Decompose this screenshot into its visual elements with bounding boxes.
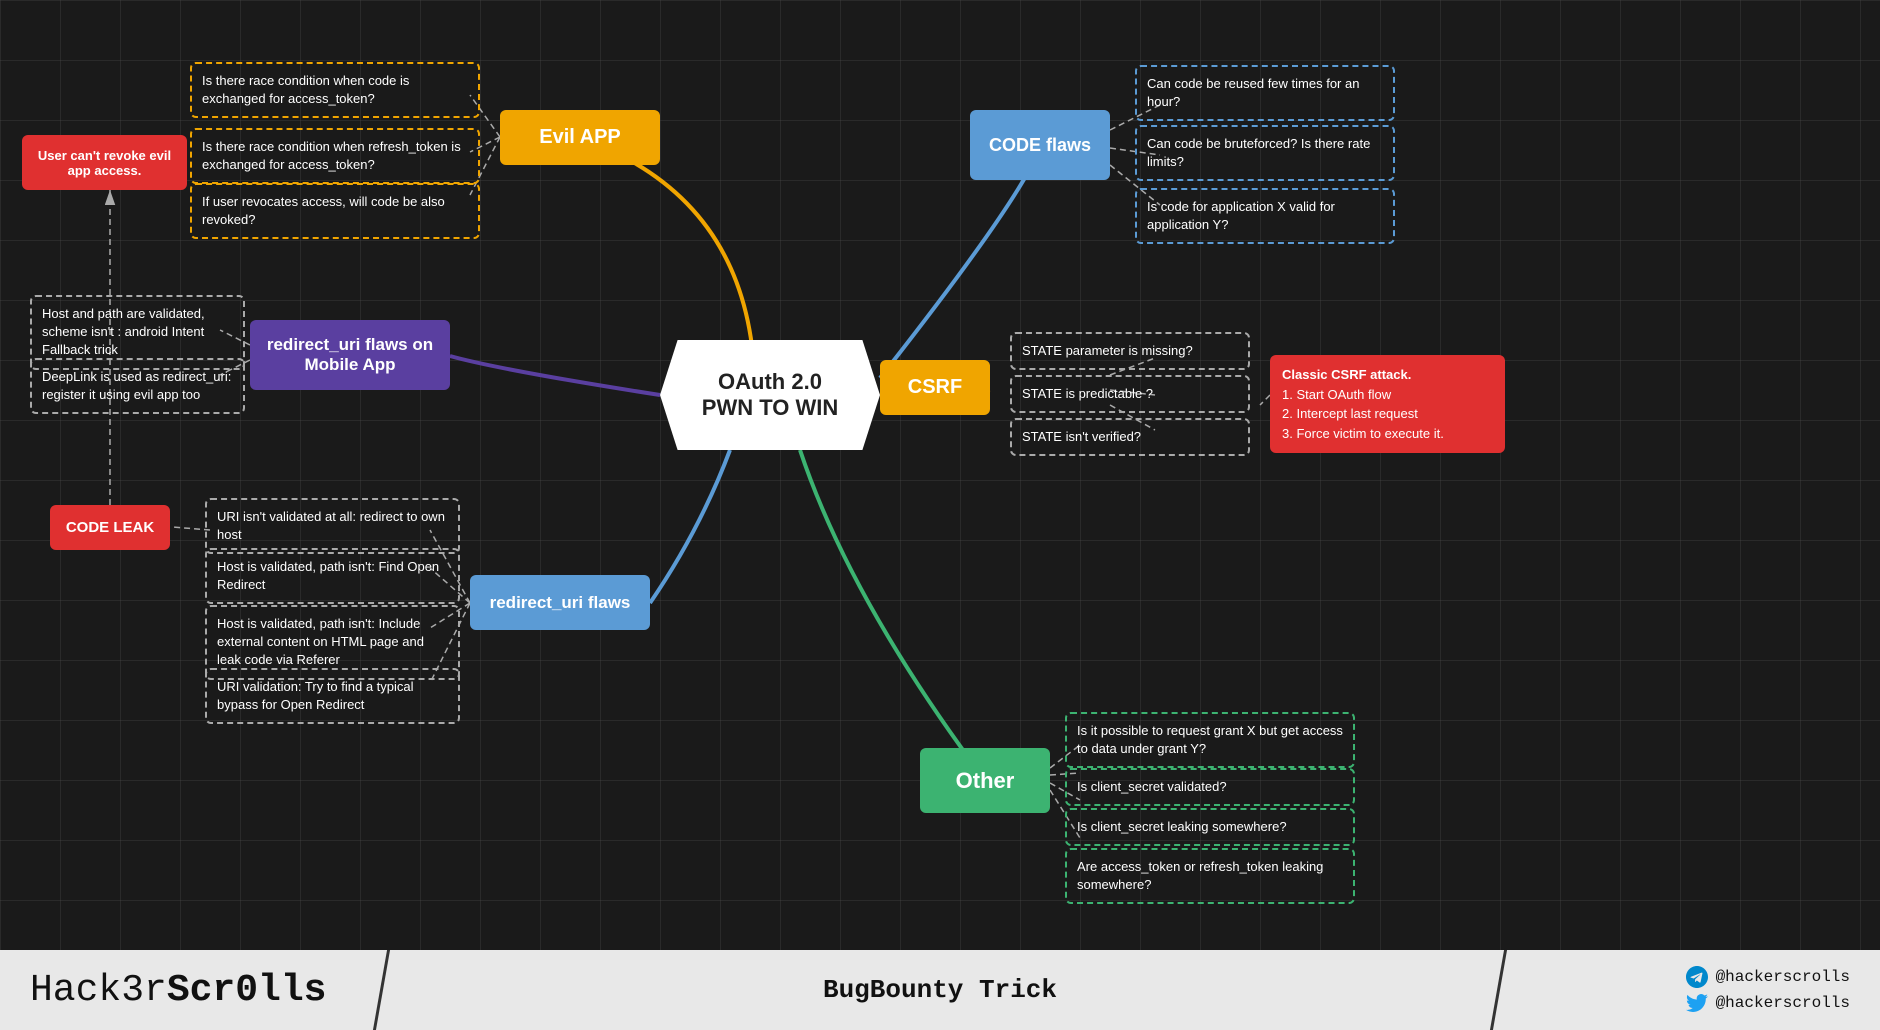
evil-app-node: Evil APP xyxy=(500,110,660,165)
footer-divider-right xyxy=(1490,950,1507,1030)
csrf-q3-box: STATE isn't verified? xyxy=(1010,418,1250,456)
other-node: Other xyxy=(920,748,1050,813)
classic-csrf-box: Classic CSRF attack. 1. Start OAuth flow… xyxy=(1270,355,1505,453)
other-q4-box: Are access_token or refresh_token leakin… xyxy=(1065,848,1355,904)
footer-subtitle: BugBounty Trick xyxy=(823,975,1057,1005)
evil-q3-box: If user revocates access, will code be a… xyxy=(190,183,480,239)
twitter-link: @hackerscrolls xyxy=(1686,992,1850,1014)
redirect-q4-box: URI validation: Try to find a typical by… xyxy=(205,668,460,724)
redirect-uri-mobile-node: redirect_uri flaws on Mobile App xyxy=(250,320,450,390)
footer: Hack3rScr0lls BugBounty Trick @hackerscr… xyxy=(0,950,1880,1030)
mobile-q2-box: DeepLink is used as redirect_uri: regist… xyxy=(30,358,245,414)
code-flaws-q3-box: Is code for application X valid for appl… xyxy=(1135,188,1395,244)
center-line2: PWN TO WIN xyxy=(702,395,838,421)
redirect-q2-box: Host is validated, path isn't: Find Open… xyxy=(205,548,460,604)
footer-divider-left xyxy=(373,950,390,1030)
redirect-uri-node: redirect_uri flaws xyxy=(470,575,650,630)
evil-q1-box: Is there race condition when code is exc… xyxy=(190,62,480,118)
twitter-icon xyxy=(1686,992,1708,1014)
code-leak-node: CODE LEAK xyxy=(50,505,170,550)
center-node: OAuth 2.0 PWN TO WIN xyxy=(660,340,880,450)
csrf-q2-box: STATE is predictable ? xyxy=(1010,375,1250,413)
footer-social: @hackerscrolls @hackerscrolls xyxy=(1686,966,1850,1014)
other-q3-box: Is client_secret leaking somewhere? xyxy=(1065,808,1355,846)
user-cant-revoke-node: User can't revoke evil app access. xyxy=(22,135,187,190)
center-line1: OAuth 2.0 xyxy=(702,369,838,395)
redirect-q1-box: URI isn't validated at all: redirect to … xyxy=(205,498,460,554)
csrf-q1-box: STATE parameter is missing? xyxy=(1010,332,1250,370)
other-q2-box: Is client_secret validated? xyxy=(1065,768,1355,806)
footer-brand: Hack3rScr0lls xyxy=(30,969,326,1012)
csrf-node: CSRF xyxy=(880,360,990,415)
telegram-link: @hackerscrolls xyxy=(1686,966,1850,988)
evil-q2-box: Is there race condition when refresh_tok… xyxy=(190,128,480,184)
code-flaws-q1-box: Can code be reused few times for an hour… xyxy=(1135,65,1395,121)
other-q1-box: Is it possible to request grant X but ge… xyxy=(1065,712,1355,768)
code-flaws-node: CODE flaws xyxy=(970,110,1110,180)
telegram-icon xyxy=(1686,966,1708,988)
code-flaws-q2-box: Can code be bruteforced? Is there rate l… xyxy=(1135,125,1395,181)
